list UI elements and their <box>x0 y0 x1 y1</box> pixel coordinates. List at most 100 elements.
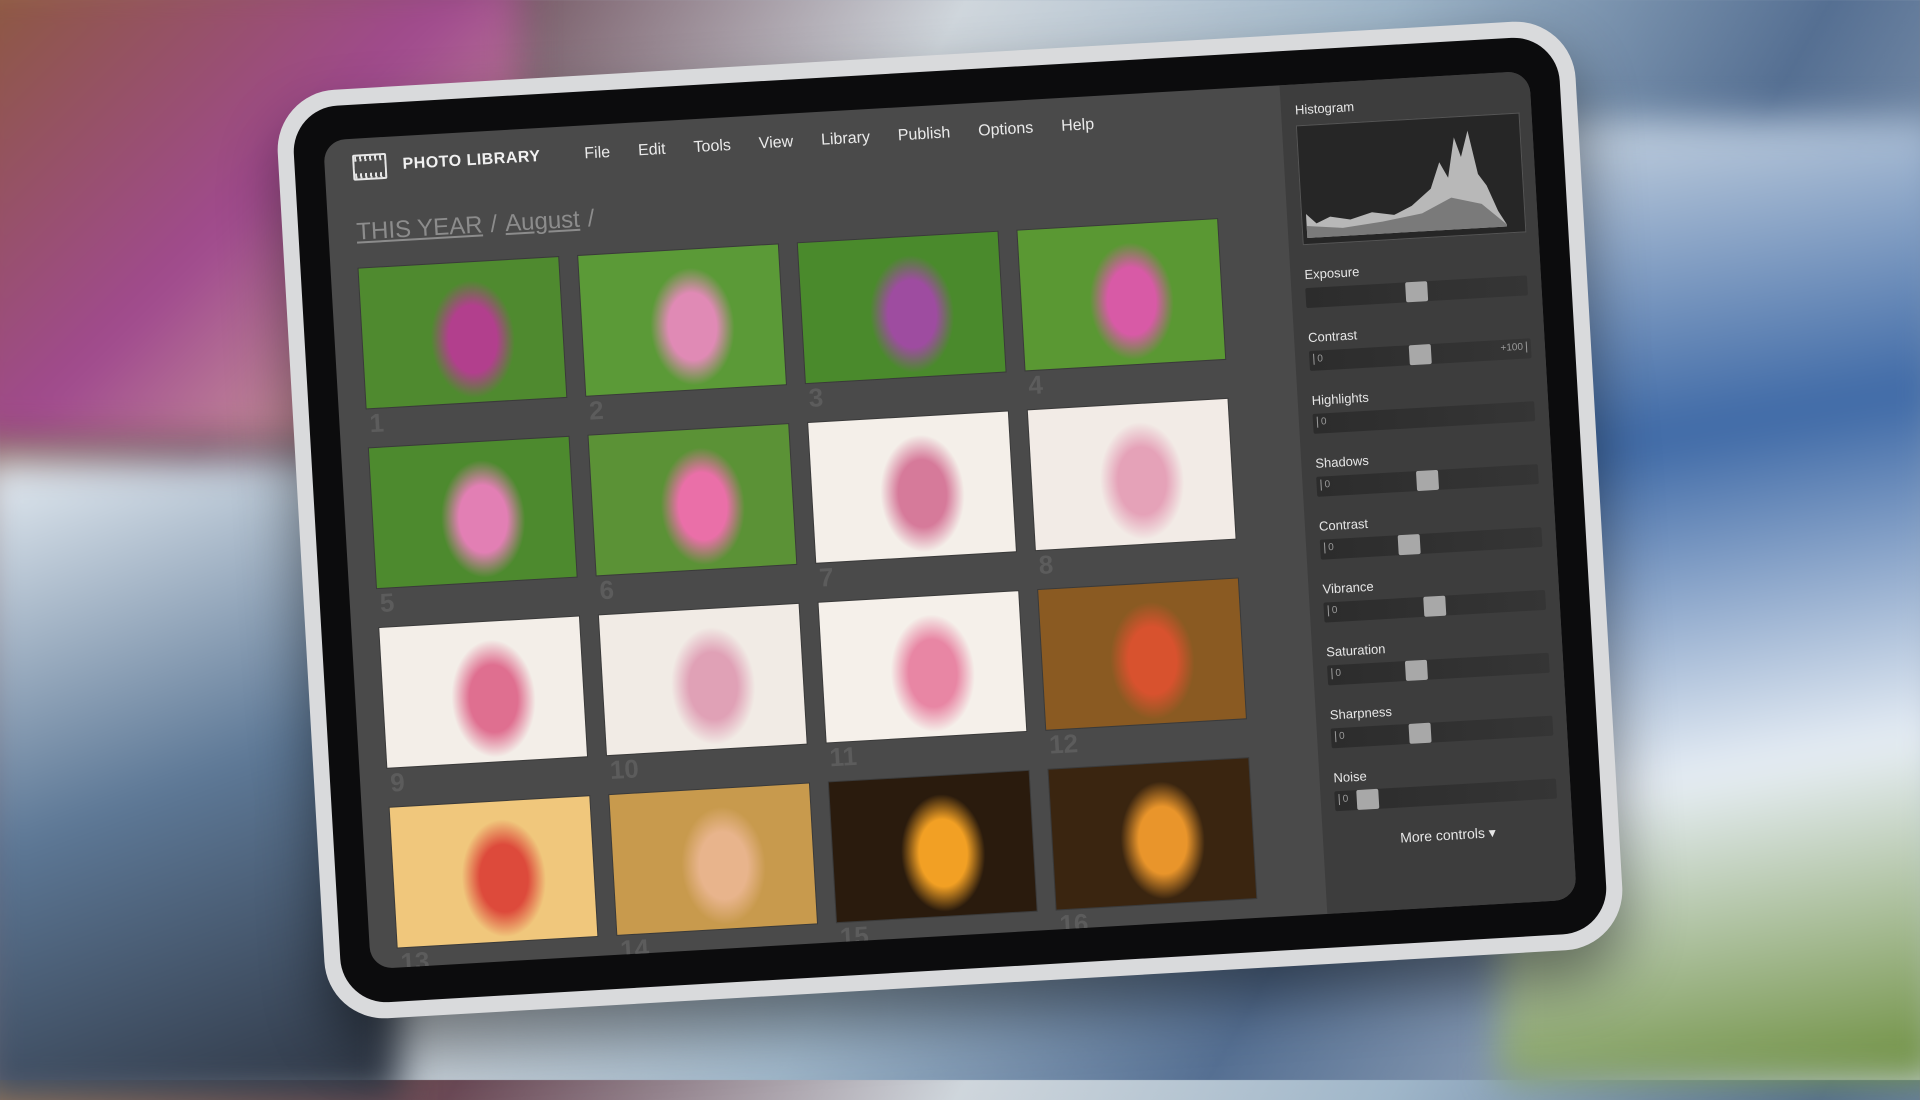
photo-thumbnail[interactable] <box>588 424 797 576</box>
slider-control: Vibrance 0 <box>1322 569 1547 623</box>
photo-number: 8 <box>1037 549 1055 580</box>
app-window: PHOTO LIBRARY File Edit Tools View Libra… <box>323 70 1577 970</box>
slider-min-label: 0 <box>1327 604 1338 617</box>
menu-bar: PHOTO LIBRARY File Edit Tools View Libra… <box>323 86 1263 198</box>
slider-track[interactable]: 0 <box>1316 464 1539 497</box>
slider-control: Saturation 0 <box>1326 632 1550 686</box>
photo-number: 12 <box>1048 728 1079 760</box>
slider-handle[interactable] <box>1404 659 1428 682</box>
menu-item-library[interactable]: Library <box>821 129 871 150</box>
photo-number: 11 <box>828 740 858 773</box>
photo-number: 2 <box>588 394 605 426</box>
photo-number: 14 <box>619 933 650 965</box>
more-controls-button[interactable]: More controls ▾ <box>1337 820 1560 850</box>
slider-handle[interactable] <box>1356 788 1380 811</box>
photo-cell: 1 <box>358 257 567 438</box>
photo-cell: 16 <box>1048 758 1257 939</box>
tablet-device: PHOTO LIBRARY File Edit Tools View Libra… <box>274 18 1626 1022</box>
menu-item-edit[interactable]: Edit <box>638 141 667 161</box>
photo-cell: 5 <box>368 436 577 618</box>
photo-cell: 8 <box>1027 398 1236 580</box>
slider-track[interactable]: 0 +100 <box>1308 338 1532 372</box>
slider-control: Noise 0 <box>1333 758 1558 812</box>
photo-number: 13 <box>399 945 431 970</box>
slider-handle[interactable] <box>1423 595 1447 617</box>
menu-item-options[interactable]: Options <box>978 120 1034 141</box>
app-title: PHOTO LIBRARY <box>402 147 541 173</box>
photo-thumbnail[interactable] <box>1027 398 1236 551</box>
slider-control: Exposure <box>1304 254 1529 309</box>
photo-cell: 6 <box>588 424 797 605</box>
slider-control: Highlights 0 <box>1311 380 1536 434</box>
photo-number: 7 <box>818 561 835 593</box>
photo-thumbnail[interactable] <box>1038 578 1246 730</box>
photo-number: 15 <box>838 920 870 953</box>
photo-thumbnail[interactable] <box>808 411 1016 563</box>
film-strip-icon <box>351 152 388 181</box>
menu-item-publish[interactable]: Publish <box>897 124 950 145</box>
photo-cell: 2 <box>578 244 786 426</box>
slider-track[interactable]: 0 <box>1327 652 1550 686</box>
adjustment-controls: Exposure Contrast 0 +100 Highlights 0 Shadows 0… <box>1304 254 1558 812</box>
slider-control: Contrast 0 +100 <box>1308 317 1532 372</box>
photo-thumbnail[interactable] <box>797 231 1006 384</box>
tablet-bezel: PHOTO LIBRARY File Edit Tools View Libra… <box>291 35 1609 1005</box>
histogram-label: Histogram <box>1294 99 1355 118</box>
photo-cell: 13 <box>389 796 598 969</box>
slider-handle[interactable] <box>1397 534 1421 556</box>
photo-number: 1 <box>368 407 385 439</box>
slider-track[interactable]: 0 <box>1323 589 1547 623</box>
breadcrumb-separator: / <box>586 204 596 233</box>
photo-cell: 4 <box>1017 219 1226 400</box>
slider-track[interactable]: 0 <box>1312 401 1536 434</box>
slider-min-label: 0 <box>1316 416 1327 428</box>
photo-thumbnail[interactable] <box>379 616 587 768</box>
photo-thumbnail[interactable] <box>389 796 598 948</box>
photo-cell: 3 <box>797 231 1006 413</box>
breadcrumb-year[interactable]: THIS YEAR <box>356 211 484 245</box>
histogram-graph <box>1305 130 1508 238</box>
photo-grid: 1 2 3 4 5 6 7 8 9 10 11 12 13 14 15 16 <box>358 219 1257 969</box>
photo-number: 10 <box>608 753 640 785</box>
photo-cell: 15 <box>828 770 1037 952</box>
breadcrumb: THIS YEAR / August / <box>356 205 604 247</box>
menu: File Edit Tools View Library Publish Opt… <box>584 116 1095 163</box>
slider-handle[interactable] <box>1408 344 1432 366</box>
photo-number: 9 <box>389 766 406 798</box>
photo-thumbnail[interactable] <box>609 783 817 935</box>
slider-handle[interactable] <box>1415 469 1440 492</box>
menu-item-view[interactable]: View <box>758 133 793 153</box>
slider-track[interactable]: 0 <box>1334 778 1558 812</box>
slider-control: Sharpness 0 <box>1329 695 1554 749</box>
menu-item-help[interactable]: Help <box>1061 116 1095 136</box>
slider-track[interactable]: 0 <box>1330 715 1554 749</box>
slider-max-label: +100 <box>1500 341 1528 355</box>
photo-cell: 10 <box>598 603 807 785</box>
slider-handle[interactable] <box>1405 281 1429 303</box>
photo-number: 16 <box>1058 907 1090 940</box>
slider-min-label: 0 <box>1313 353 1324 365</box>
photo-thumbnail[interactable] <box>1017 219 1226 371</box>
photo-thumbnail[interactable] <box>578 244 786 396</box>
photo-thumbnail[interactable] <box>828 770 1037 923</box>
photo-cell: 14 <box>609 783 817 965</box>
photo-thumbnail[interactable] <box>818 591 1027 743</box>
breadcrumb-month[interactable]: August <box>504 206 580 237</box>
photo-cell: 7 <box>808 411 1016 593</box>
more-controls-label: More controls <box>1399 824 1486 846</box>
photo-thumbnail[interactable] <box>1048 758 1257 910</box>
slider-min-label: 0 <box>1338 793 1349 806</box>
slider-control: Contrast 0 <box>1319 506 1543 560</box>
photo-thumbnail[interactable] <box>358 257 567 409</box>
photo-number: 4 <box>1027 369 1044 401</box>
photo-thumbnail[interactable] <box>598 603 807 756</box>
menu-item-file[interactable]: File <box>584 144 611 163</box>
slider-handle[interactable] <box>1408 722 1432 744</box>
slider-min-label: 0 <box>1320 479 1331 491</box>
slider-track[interactable]: 0 <box>1319 526 1543 560</box>
photo-cell: 12 <box>1038 578 1246 760</box>
photo-thumbnail[interactable] <box>368 436 577 589</box>
breadcrumb-separator: / <box>489 210 498 238</box>
slider-track[interactable] <box>1305 275 1529 309</box>
menu-item-tools[interactable]: Tools <box>693 137 731 157</box>
